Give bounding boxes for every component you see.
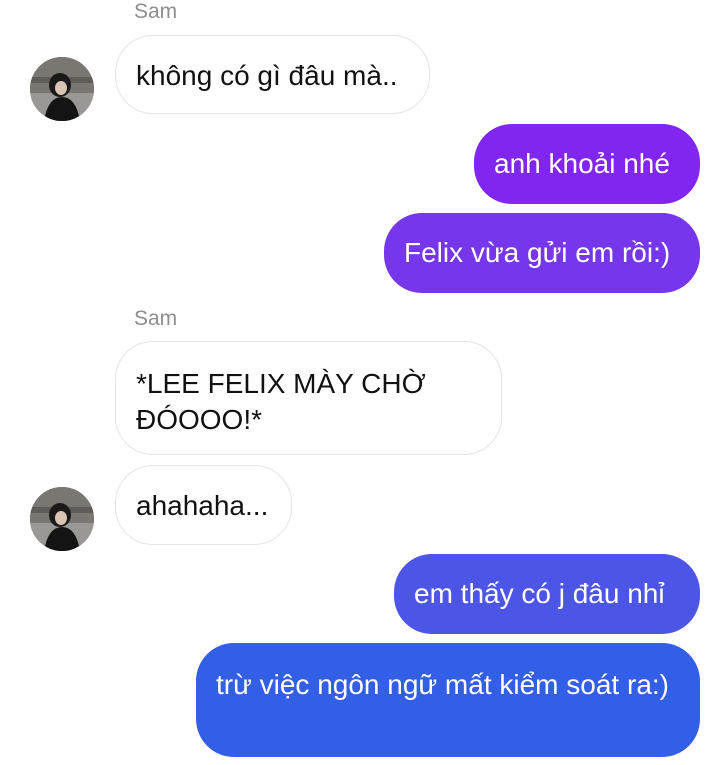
avatar-photo-icon <box>30 57 94 121</box>
sender-name: Sam <box>134 307 178 330</box>
avatar-photo-icon <box>30 487 94 551</box>
message-bubble-incoming[interactable]: *LEE FELIX MÀY CHỜ ĐÓOOO!* <box>115 341 502 455</box>
message-bubble-outgoing[interactable]: Felix vừa gửi em rồi:) <box>384 213 700 293</box>
message-bubble-incoming[interactable]: không có gì đâu mà.. <box>115 35 430 114</box>
sender-name: Sam <box>134 0 178 23</box>
message-bubble-outgoing[interactable]: em thấy có j đâu nhỉ <box>394 554 700 634</box>
contact-avatar[interactable] <box>30 57 94 121</box>
message-bubble-outgoing[interactable]: anh khoải nhé <box>474 124 700 204</box>
contact-avatar[interactable] <box>30 487 94 551</box>
message-bubble-incoming[interactable]: ahahaha... <box>115 465 292 545</box>
message-bubble-outgoing[interactable]: trừ việc ngôn ngữ mất kiểm soát ra:) <box>196 643 700 757</box>
